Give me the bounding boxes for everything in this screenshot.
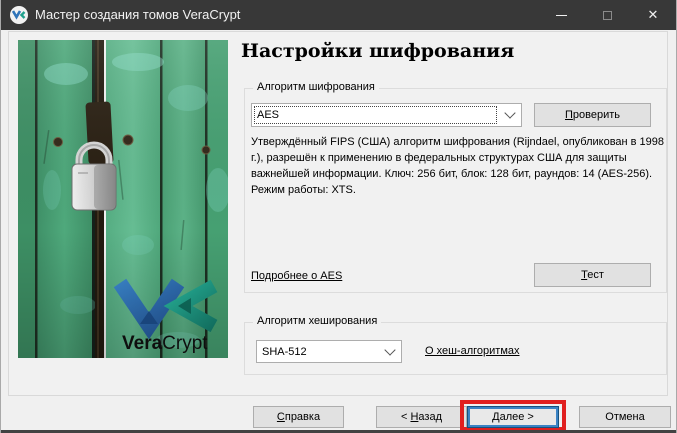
more-about-aes-link[interactable]: Подробнее о AES [251, 270, 342, 282]
chevron-down-icon [504, 107, 515, 118]
encryption-algorithm-select[interactable]: AES [251, 103, 522, 127]
check-button[interactable]: Проверить [534, 103, 651, 127]
veracrypt-app-icon [10, 6, 28, 24]
help-button[interactable]: Справка [253, 406, 344, 428]
algorithm-description: Утверждённый FIPS (США) алгоритм шифрова… [251, 134, 665, 198]
encryption-algorithm-value: AES [257, 109, 279, 121]
back-button[interactable]: < Назад [376, 406, 467, 428]
close-icon: ✕ [648, 7, 659, 23]
encryption-group-label: Алгоритм шифрования [253, 81, 379, 93]
hash-group-label: Алгоритм хеширования [253, 315, 381, 327]
titlebar: Мастер создания томов VeraCrypt ✕ [1, 0, 676, 30]
chevron-down-icon [384, 344, 395, 355]
hash-algorithms-link[interactable]: О хеш-алгоритмах [425, 345, 520, 357]
hash-algorithm-select[interactable]: SHA-512 [256, 340, 402, 363]
window-title: Мастер создания томов VeraCrypt [35, 0, 240, 30]
minimize-icon [556, 15, 567, 16]
focus-rectangle [254, 106, 497, 124]
maximize-icon [603, 11, 612, 20]
hash-algorithm-value: SHA-512 [262, 346, 307, 358]
next-button[interactable]: Далее > [467, 406, 559, 428]
wizard-window: Мастер создания томов VeraCrypt ✕ [0, 0, 677, 433]
test-button[interactable]: Тест [534, 263, 651, 287]
close-button[interactable]: ✕ [630, 0, 676, 30]
cancel-button[interactable]: Отмена [579, 406, 671, 428]
page-title: Настройки шифрования [241, 40, 514, 62]
maximize-button[interactable] [584, 0, 630, 30]
minimize-button[interactable] [538, 0, 584, 30]
wizard-banner-image: VeraCrypt [18, 40, 228, 358]
